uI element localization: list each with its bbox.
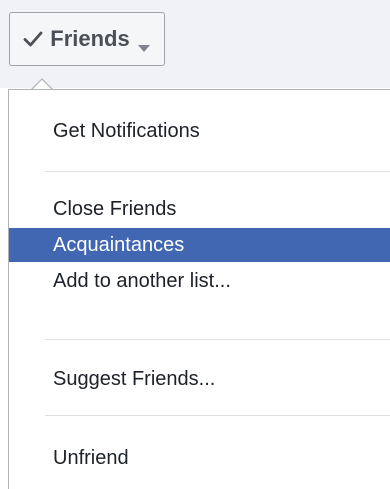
friends-button-label: Friends <box>50 26 130 51</box>
menu-item-acquaintances[interactable]: Acquaintances <box>9 228 390 262</box>
menu-item-unfriend[interactable]: Unfriend <box>9 441 390 475</box>
menu-divider <box>45 415 390 416</box>
menu-item-label: Acquaintances <box>53 233 185 256</box>
menu-item-add-to-another-list[interactable]: Add to another list... <box>9 264 390 298</box>
friends-dropdown-screen: Friends Get Notifications Close Friends … <box>0 0 390 489</box>
menu-item-label: Suggest Friends... <box>53 367 216 390</box>
checkmark-icon <box>23 29 43 49</box>
caret-down-icon <box>137 34 151 52</box>
menu-divider <box>45 171 390 172</box>
menu-item-close-friends[interactable]: Close Friends <box>9 192 390 226</box>
menu-item-label: Unfriend <box>53 446 129 469</box>
menu-item-label: Add to another list... <box>53 269 231 292</box>
menu-item-label: Get Notifications <box>53 119 200 142</box>
menu-item-suggest-friends[interactable]: Suggest Friends... <box>9 362 390 396</box>
menu-divider <box>45 339 390 340</box>
menu-item-get-notifications[interactable]: Get Notifications <box>9 114 390 148</box>
friends-button[interactable]: Friends <box>9 12 165 66</box>
friends-menu: Get Notifications Close Friends Acquaint… <box>8 89 390 489</box>
menu-item-label: Close Friends <box>53 197 177 220</box>
